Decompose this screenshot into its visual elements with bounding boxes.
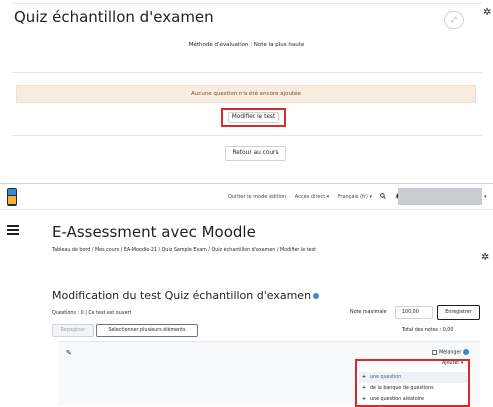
- page-title-text: Modification du test Quiz échantillon d'…: [52, 289, 312, 302]
- top-divider: [12, 3, 482, 4]
- plus-icon: +: [362, 386, 367, 391]
- navbar-items: Quitter le mode édition Accès direct ▾ F…: [228, 193, 423, 200]
- menu-icon[interactable]: [7, 225, 19, 238]
- divider: [12, 135, 482, 136]
- shuffle-option[interactable]: Mélanger: [432, 349, 470, 356]
- shuffle-label: Mélanger: [439, 350, 462, 356]
- back-to-course-button[interactable]: Retour au cours: [225, 146, 286, 161]
- add-menu: + une question + de la banque de questions…: [359, 372, 467, 405]
- language-menu[interactable]: Français (fr) ▾: [338, 194, 372, 200]
- menu-item-from-bank[interactable]: + de la banque de questions: [359, 383, 467, 394]
- divider: [12, 72, 482, 73]
- questions-status: Questions : 0 | Ce test est ouvert: [52, 311, 132, 316]
- add-dropdown-toggle[interactable]: Ajouter ▾: [442, 361, 463, 366]
- info-icon[interactable]: [313, 293, 320, 299]
- quiz-title: Quiz échantillon d'examen: [14, 8, 214, 26]
- edit-quiz-button-highlight: Modifier le test: [221, 108, 286, 127]
- expand-icon[interactable]: ⤢: [444, 11, 464, 29]
- course-title: E-Assessment avec Moodle: [52, 223, 256, 241]
- shuffle-checkbox[interactable]: [432, 349, 437, 355]
- user-menu[interactable]: [398, 188, 482, 205]
- breadcrumb[interactable]: Tableau de bord / Mes cours / EA-Moodle-…: [52, 248, 316, 253]
- max-grade-label: Note maximale: [350, 310, 387, 315]
- gear-icon[interactable]: ✲: [481, 252, 489, 263]
- quiz-edit-panel: Quitter le mode édition Accès direct ▾ F…: [0, 183, 493, 407]
- menu-item-add-question[interactable]: + une question: [359, 372, 467, 383]
- help-icon[interactable]: [463, 349, 470, 355]
- site-logo[interactable]: [7, 188, 17, 206]
- total-grades: Total des notes : 0,00: [402, 328, 454, 333]
- exit-edit-mode-link[interactable]: Quitter le mode édition: [228, 194, 286, 200]
- pencil-icon[interactable]: ✎: [66, 349, 72, 357]
- gear-icon[interactable]: ✲: [483, 7, 491, 18]
- select-multiple-button[interactable]: Sélectionner plusieurs éléments: [96, 324, 198, 337]
- save-button[interactable]: Enregistrer: [437, 305, 480, 320]
- plus-icon: +: [362, 397, 367, 402]
- repaginate-button[interactable]: Repaginer: [52, 324, 94, 337]
- no-questions-alert: Aucune question n'a été encore ajoutée: [16, 85, 476, 103]
- grading-method: Méthode d'évaluation : Note la plus haut…: [188, 42, 305, 48]
- edit-quiz-button[interactable]: Modifier le test: [227, 112, 280, 123]
- plus-icon: +: [362, 375, 367, 380]
- chevron-down-icon[interactable]: ▾: [484, 194, 487, 200]
- quick-access-menu[interactable]: Accès direct ▾: [295, 194, 330, 200]
- menu-item-random-question[interactable]: + une question aléatoire: [359, 394, 467, 405]
- top-navbar: Quitter le mode édition Accès direct ▾ F…: [0, 184, 493, 210]
- search-icon[interactable]: [380, 193, 388, 200]
- page-title: Modification du test Quiz échantillon d'…: [52, 289, 320, 302]
- max-grade-input[interactable]: 100,00: [395, 306, 433, 319]
- quiz-view-panel: Quiz échantillon d'examen ⤢ ✲ Méthode d'…: [0, 0, 493, 178]
